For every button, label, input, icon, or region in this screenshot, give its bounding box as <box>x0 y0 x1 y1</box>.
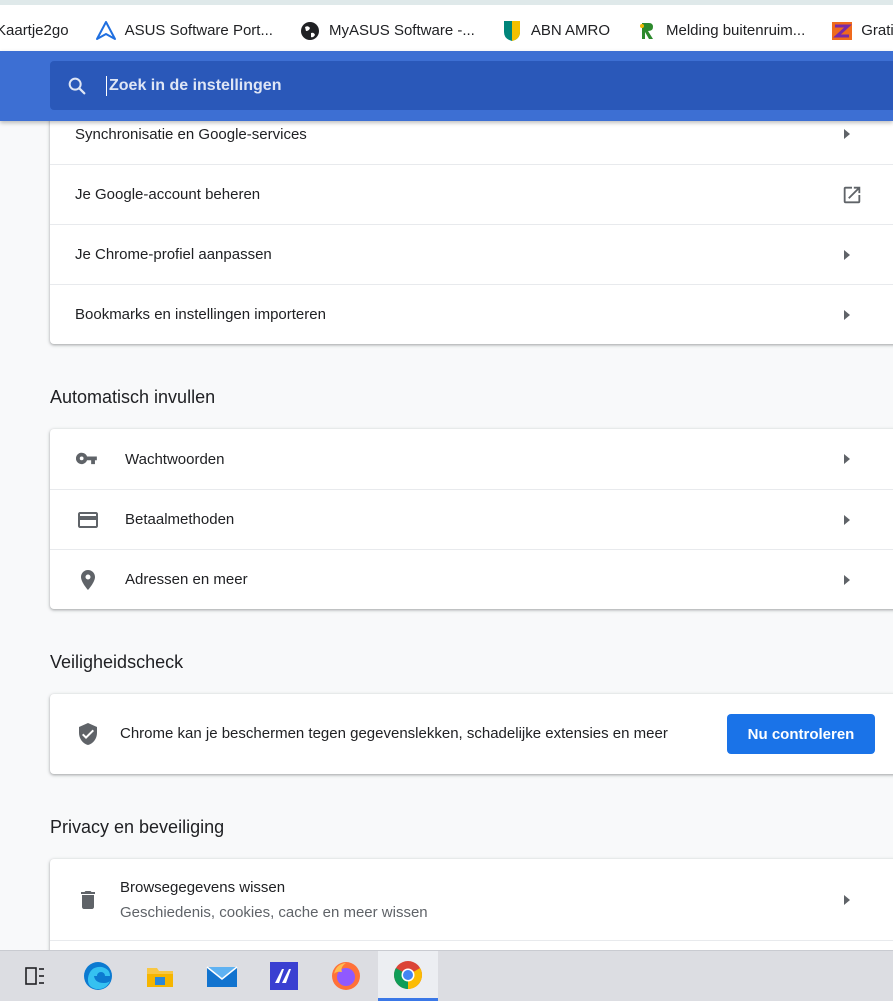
bookmark-label: MyASUS Software -... <box>328 22 475 39</box>
row-label: Wachtwoorden <box>125 450 225 468</box>
trash-icon <box>81 890 95 909</box>
safety-check-card: Chrome kan je beschermen tegen gegevensl… <box>50 694 893 774</box>
row-label: Synchronisatie en Google-services <box>75 125 307 143</box>
chevron-right-icon <box>844 574 850 585</box>
row-manage-google-account[interactable]: Je Google-account beheren <box>50 164 893 224</box>
row-label: Betaalmethoden <box>125 511 235 528</box>
bookmark-label: GratiZ.nl <box>861 22 893 39</box>
file-explorer-icon <box>147 968 173 987</box>
row-payment-methods[interactable]: Betaalmethoden <box>50 489 893 549</box>
privacy-card: Browsegegevens wissen Geschiedenis, cook… <box>50 859 893 959</box>
credit-card-icon <box>78 511 98 528</box>
row-passwords[interactable]: Wachtwoorden <box>50 429 893 489</box>
key-icon <box>76 452 97 465</box>
check-now-button[interactable]: Nu controleren <box>727 714 875 754</box>
bookmark-label: Kaartje2go <box>0 22 69 39</box>
green-r-logo-icon <box>636 20 658 42</box>
chevron-right-icon <box>844 249 850 260</box>
row-customize-chrome-profile[interactable]: Je Chrome-profiel aanpassen <box>50 224 893 284</box>
taskbar-chrome[interactable] <box>378 951 438 1001</box>
settings-header <box>0 51 893 121</box>
bookmark-label: ABN AMRO <box>530 22 611 39</box>
open-in-new-icon <box>843 186 861 203</box>
you-and-google-card: Synchronisatie en Google-services Je Goo… <box>50 104 893 344</box>
chevron-right-icon <box>844 129 850 139</box>
row-label: Je Chrome-profiel aanpassen <box>75 246 272 263</box>
row-label: Je Google-account beheren <box>75 186 261 203</box>
bookmark-myasus-software[interactable]: MyASUS Software -... <box>299 20 475 42</box>
chrome-icon <box>394 960 422 989</box>
edge-icon <box>84 962 112 990</box>
section-title-privacy: Privacy en beveiliging <box>50 817 225 837</box>
firefox-icon <box>332 962 360 990</box>
bookmark-label: ASUS Software Port... <box>124 22 273 39</box>
row-import-bookmarks-settings[interactable]: Bookmarks en instellingen importeren <box>50 284 893 344</box>
chevron-right-icon <box>844 894 850 905</box>
section-title-autofill: Automatisch invullen <box>50 387 216 407</box>
row-sublabel: Geschiedenis, cookies, cache en meer wis… <box>120 903 428 921</box>
row-label: Adressen en meer <box>125 571 248 588</box>
chevron-right-icon <box>844 454 850 464</box>
task-view-icon <box>25 967 44 985</box>
bookmark-abn-amro[interactable]: ABN AMRO <box>501 20 610 42</box>
search-icon <box>68 77 86 94</box>
search-input[interactable] <box>107 75 711 96</box>
app-icon <box>270 962 298 990</box>
bookmark-kaartje2go[interactable]: Kaartje2go <box>0 22 69 39</box>
mail-icon <box>206 966 238 987</box>
bookmark-melding-buitenruimte[interactable]: Melding buitenruim... <box>636 20 805 42</box>
taskbar-firefox[interactable] <box>316 951 376 1001</box>
bookmarks-bar: Kaartje2go ASUS Software Port... MyASUS … <box>0 0 893 56</box>
settings-search-box[interactable] <box>50 61 893 110</box>
taskbar-file-explorer[interactable] <box>130 951 190 1001</box>
divider <box>50 940 893 941</box>
location-pin-icon <box>81 569 95 590</box>
section-title-safety-check: Veiligheidscheck <box>50 652 184 672</box>
taskbar-edge[interactable] <box>68 951 128 1001</box>
asus-logo-icon <box>95 20 117 42</box>
taskbar-app[interactable] <box>254 951 314 1001</box>
row-label: Bookmarks en instellingen importeren <box>75 306 326 323</box>
globe-icon <box>299 20 321 42</box>
bookmark-asus-software[interactable]: ASUS Software Port... <box>95 20 273 42</box>
bookmark-gratiz[interactable]: GratiZ.nl <box>831 20 893 42</box>
abn-amro-shield-icon <box>501 20 523 42</box>
row-label: Browsegegevens wissen <box>120 878 286 896</box>
bookmark-label: Melding buitenruim... <box>666 22 806 39</box>
taskbar <box>0 950 893 1001</box>
row-addresses[interactable]: Adressen en meer <box>50 549 893 609</box>
shield-check-icon <box>79 723 97 745</box>
chevron-right-icon <box>844 309 850 320</box>
taskbar-mail[interactable] <box>192 951 252 1001</box>
safety-check-text: Chrome kan je beschermen tegen gegevensl… <box>120 725 668 742</box>
row-clear-browsing-data[interactable]: Browsegegevens wissen Geschiedenis, cook… <box>50 859 893 940</box>
autofill-card: Wachtwoorden Betaalmethoden Adressen en … <box>50 429 893 609</box>
task-view-button[interactable] <box>5 951 65 1001</box>
gratiz-logo-icon <box>831 20 853 42</box>
chevron-right-icon <box>844 514 850 525</box>
